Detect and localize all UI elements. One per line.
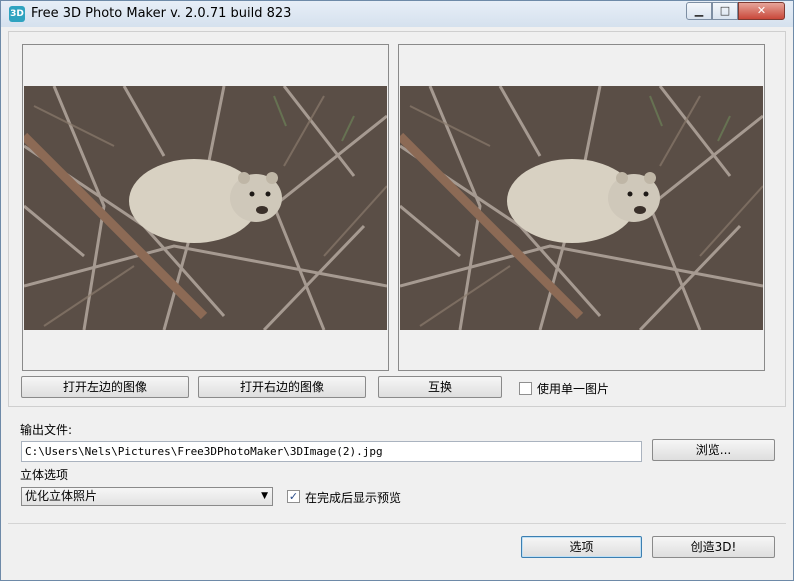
show-preview-label: 在完成后显示预览 [305,491,402,505]
minimize-button[interactable]: ▁ [686,2,712,20]
single-image-checkbox[interactable] [519,382,532,395]
options-button[interactable]: 选项 [521,536,642,558]
create-3d-button[interactable]: 创造3D! [652,536,775,558]
right-image-panel [398,44,765,371]
left-image-panel [22,44,389,371]
right-photo [400,86,763,330]
app-icon: 3D [9,6,25,22]
app-window: 3D Free 3D Photo Maker v. 2.0.71 build 8… [0,0,794,581]
open-left-image-button[interactable]: 打开左边的图像 [21,376,189,398]
close-button[interactable]: ✕ [738,2,785,20]
browse-button[interactable]: 浏览... [652,439,775,461]
window-title: Free 3D Photo Maker v. 2.0.71 build 823 [31,6,292,21]
stereo-options-label: 立体选项 [20,468,69,482]
image-group: 打开左边的图像 打开右边的图像 互换 使用单一图片 [8,31,786,407]
stereo-options-value: 优化立体照片 [25,489,98,503]
swap-button[interactable]: 互换 [378,376,502,398]
open-right-image-button[interactable]: 打开右边的图像 [198,376,366,398]
single-image-label: 使用单一图片 [537,382,610,396]
client-area: 打开左边的图像 打开右边的图像 互换 使用单一图片 输出文件: C:\Users… [8,31,786,574]
title-bar[interactable]: 3D Free 3D Photo Maker v. 2.0.71 build 8… [1,1,793,27]
left-photo [24,86,387,330]
show-preview-checkbox[interactable]: ✓ [287,490,300,503]
stereo-options-select[interactable]: 优化立体照片 ▼ [21,487,273,506]
maximize-button[interactable]: □ [712,2,738,20]
divider [8,523,786,524]
chevron-down-icon: ▼ [261,491,268,501]
output-file-label: 输出文件: [20,423,73,437]
output-path-field[interactable]: C:\Users\Nels\Pictures\Free3DPhotoMaker\… [21,441,642,462]
